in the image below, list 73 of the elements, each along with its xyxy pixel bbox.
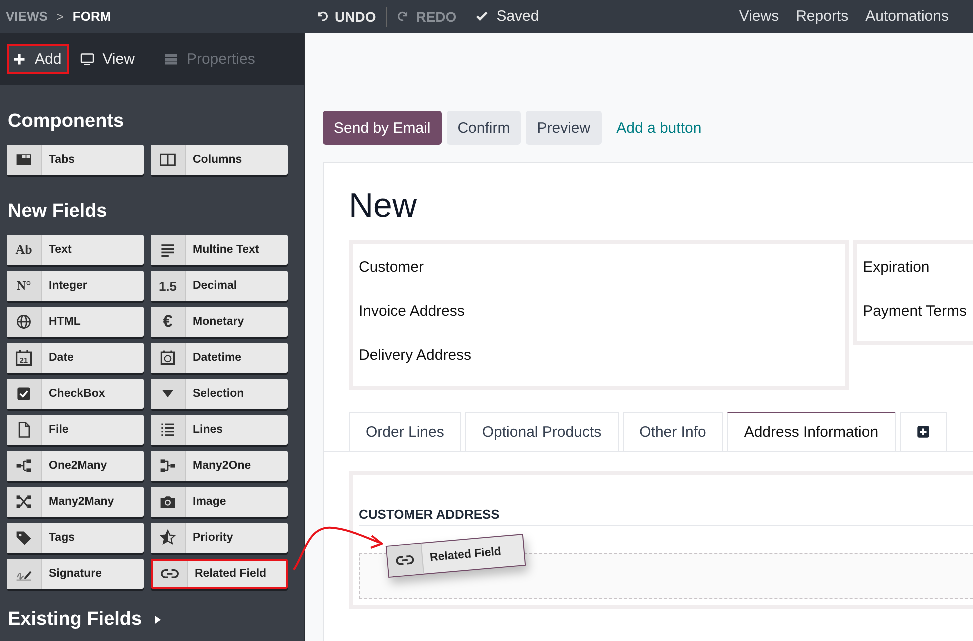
checkbox-icon	[15, 385, 33, 403]
menu-item[interactable]: Automations	[866, 8, 949, 25]
tag-icon	[15, 529, 33, 547]
field-item[interactable]: Columns	[151, 145, 288, 175]
action-button[interactable]: Preview	[526, 111, 602, 145]
add-button-link[interactable]: Add a button	[606, 111, 712, 145]
field-type-glyph: €	[163, 312, 173, 332]
field-type-glyph: 1.5	[158, 278, 178, 294]
field-item[interactable]: One2Many	[7, 451, 144, 481]
field-item[interactable]: File	[7, 415, 144, 445]
list-icon	[159, 421, 177, 439]
field-item[interactable]: Tabs	[7, 145, 144, 175]
field-item[interactable]: Ab Text	[7, 235, 144, 265]
field-item[interactable]: Lines	[151, 415, 288, 445]
merge-icon	[159, 457, 177, 475]
field-item[interactable]: CheckBox	[7, 379, 144, 409]
plus-square-icon	[916, 425, 930, 439]
shuffle-icon	[15, 493, 33, 511]
undo-icon	[316, 10, 329, 23]
field-label: Expiration	[863, 259, 931, 278]
field-item[interactable]: HTML	[7, 307, 144, 337]
section-heading: Components	[7, 110, 126, 133]
field-item[interactable]: Tags	[7, 523, 144, 553]
field-item[interactable]: Many2One	[151, 451, 288, 481]
field-label: Customer	[359, 259, 426, 278]
add-tab-button[interactable]	[900, 412, 947, 451]
breadcrumb-item[interactable]: FORM	[72, 9, 112, 24]
breadcrumb-separator: >	[56, 10, 64, 24]
field-item[interactable]: 1.5 Decimal	[151, 271, 288, 301]
redo-icon	[397, 10, 410, 23]
field-item[interactable]: Signature	[7, 559, 144, 589]
breadcrumb-item[interactable]: VIEWS	[6, 9, 48, 24]
section-heading: CUSTOMER ADDRESS	[359, 507, 973, 526]
undo-button[interactable]: UNDO	[316, 8, 376, 24]
notebook-tab[interactable]: Other Info	[622, 412, 724, 451]
calendar-icon: 21	[15, 349, 33, 367]
field-label: Payment Terms	[863, 303, 967, 322]
check-icon	[474, 9, 490, 24]
field-item[interactable]: Image	[151, 487, 288, 517]
notebook-tab[interactable]: Optional Products	[465, 412, 619, 451]
sidebar-tab[interactable]: View	[68, 33, 153, 85]
record-title: New	[349, 187, 418, 226]
menu-item[interactable]: Views	[739, 8, 780, 25]
columns-icon	[159, 151, 177, 169]
section-heading: New Fields	[7, 200, 108, 223]
menu-item[interactable]: Reports	[796, 8, 849, 25]
field-item[interactable]: 21 Date	[7, 343, 144, 373]
globe-icon	[15, 313, 33, 331]
field-item[interactable]: N° Integer	[7, 271, 144, 301]
sidebar-tab[interactable]: Add	[7, 44, 69, 74]
field-item[interactable]: Priority	[151, 523, 288, 553]
field-item[interactable]: € Monetary	[151, 307, 288, 337]
branch-icon	[15, 457, 33, 475]
server-icon	[164, 52, 179, 66]
calendar-clock-icon	[159, 349, 177, 367]
action-button[interactable]: Send by Email	[323, 111, 442, 145]
notebook-tab[interactable]: Address Information	[727, 412, 896, 451]
field-type-glyph: Ab	[16, 242, 32, 258]
plus-icon	[12, 52, 27, 66]
action-button[interactable]: Confirm	[446, 111, 522, 145]
monitor-icon	[80, 52, 95, 66]
field-item[interactable]: Many2Many	[7, 487, 144, 517]
field-label: Invoice Address	[359, 303, 466, 322]
field-item[interactable]: Selection	[151, 379, 288, 409]
field-type-glyph: N°	[16, 278, 32, 294]
field-item[interactable]: Multine Text	[151, 235, 288, 265]
save-status: Saved	[496, 8, 540, 25]
field-item[interactable]: Datetime	[151, 343, 288, 373]
star-icon	[159, 529, 177, 547]
notebook-tab[interactable]: Order Lines	[349, 412, 462, 451]
field-label: Delivery Address	[359, 347, 473, 366]
section-heading[interactable]: Existing Fields	[8, 609, 142, 631]
field-item[interactable]: Related Field	[151, 559, 288, 589]
